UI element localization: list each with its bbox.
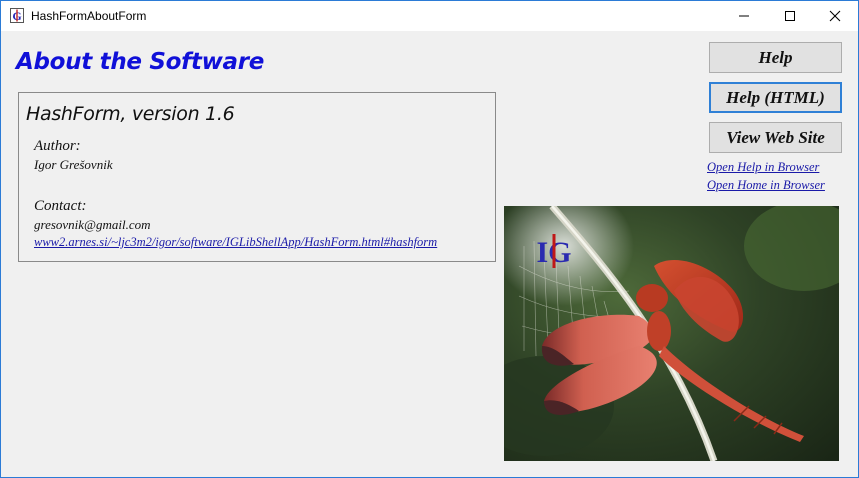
contact-label: Contact: <box>34 198 87 214</box>
contact-email: gresovnik@gmail.com <box>34 217 151 232</box>
homepage-link[interactable]: www2.arnes.si/~ljc3m2/igor/software/IGLi… <box>34 235 437 250</box>
maximize-button[interactable] <box>767 1 813 31</box>
help-button[interactable]: Help <box>709 42 842 73</box>
open-help-in-browser-link[interactable]: Open Help in Browser <box>707 160 819 175</box>
title-bar[interactable]: G HashFormAboutForm <box>1 1 858 31</box>
dragonfly-photo: IG <box>504 206 839 461</box>
minimize-button[interactable] <box>721 1 767 31</box>
product-version: HashForm, version 1.6 <box>26 103 235 125</box>
view-web-site-button[interactable]: View Web Site <box>709 122 842 153</box>
help-html-button[interactable]: Help (HTML) <box>709 82 842 113</box>
close-button[interactable] <box>812 1 858 31</box>
author-name: Igor Grešovnik <box>34 157 113 172</box>
open-home-in-browser-link[interactable]: Open Home in Browser <box>707 178 825 193</box>
app-icon: G <box>10 8 24 23</box>
page-title: About the Software <box>16 49 265 75</box>
window-title: HashFormAboutForm <box>31 9 147 23</box>
close-icon <box>829 10 841 22</box>
minimize-icon <box>739 15 749 17</box>
author-label: Author: <box>34 138 81 154</box>
info-panel: HashForm, version 1.6 Author: Igor Grešo… <box>18 92 496 262</box>
maximize-icon <box>785 11 795 21</box>
about-window: G HashFormAboutForm About the Software H… <box>0 0 859 478</box>
